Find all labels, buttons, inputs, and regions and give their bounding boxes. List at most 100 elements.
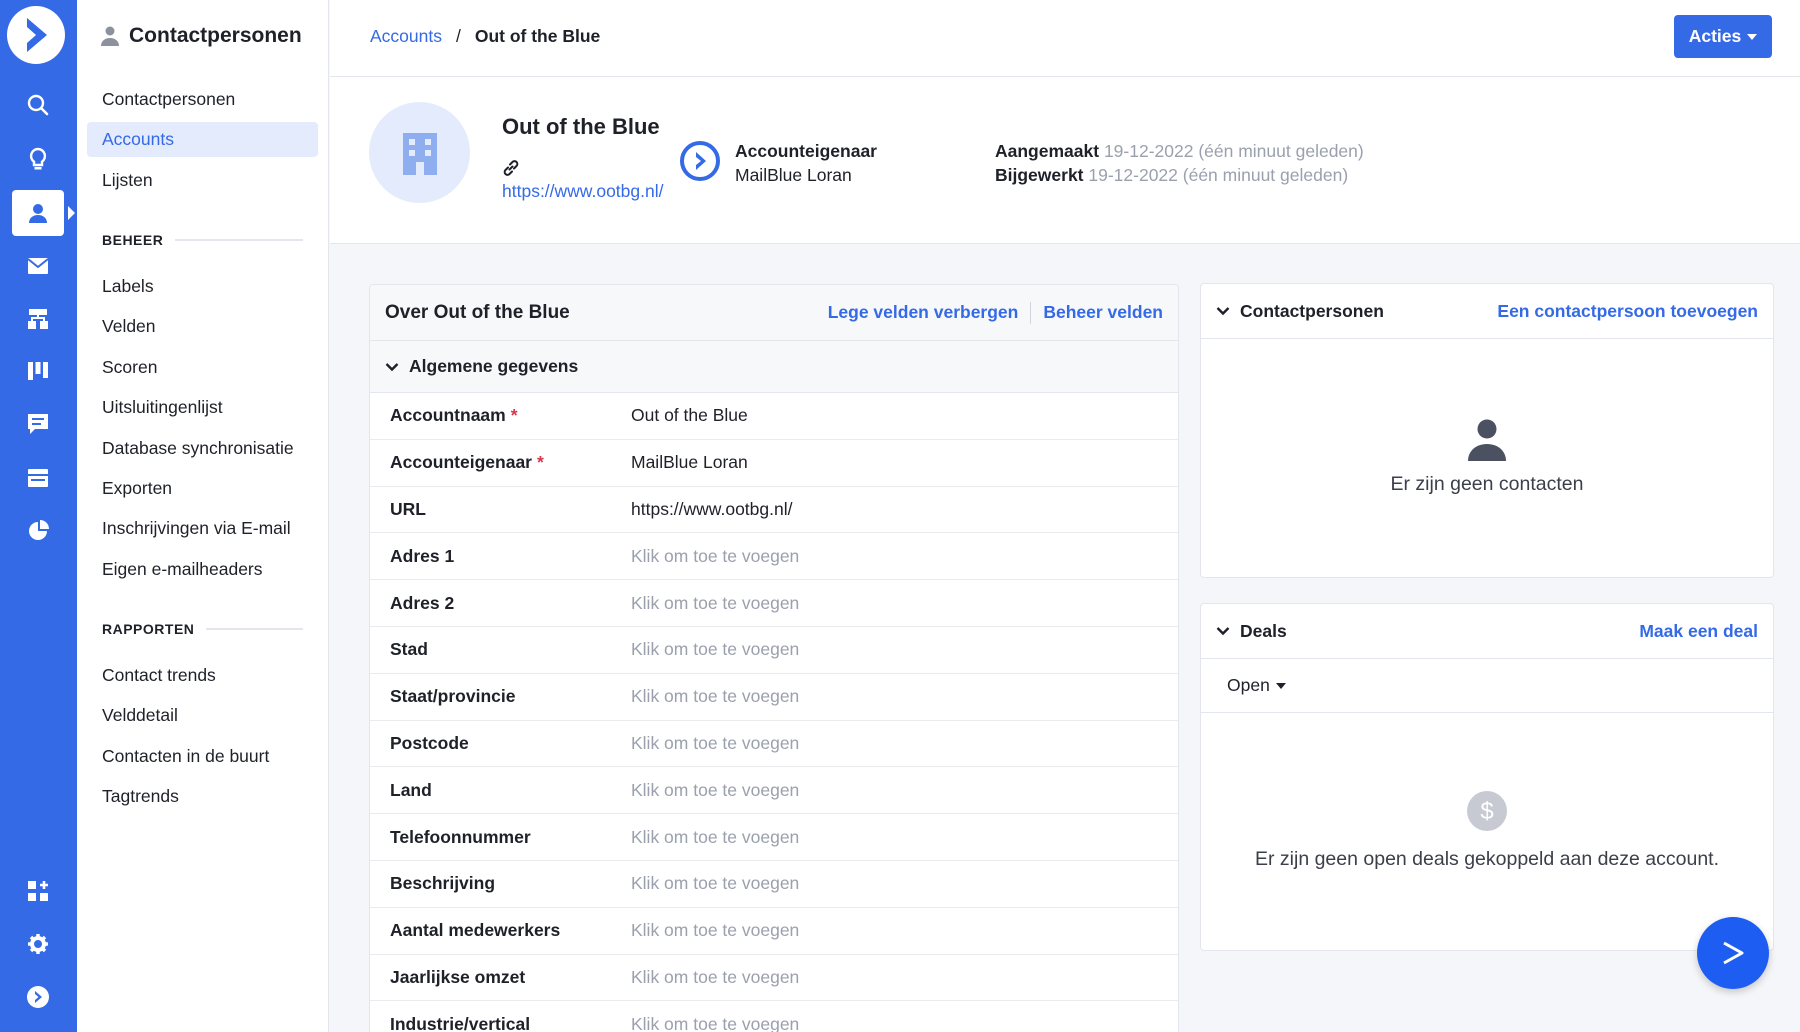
field-value[interactable]: Klik om toe te voegen [631, 920, 799, 941]
field-value[interactable]: Klik om toe te voegen [631, 593, 799, 614]
subnav-header: Contactpersonen [101, 24, 302, 48]
field-label: Staat/provincie [370, 686, 631, 707]
account-url-link[interactable]: https://www.ootbg.nl/ [502, 181, 663, 202]
field-row: Accountnaam * Out of the Blue [370, 393, 1178, 440]
subnav-item-accounts[interactable]: Accounts [87, 122, 318, 157]
field-label: Jaarlijkse omzet [370, 967, 631, 988]
breadcrumb-accounts-link[interactable]: Accounts [370, 26, 442, 47]
subnav-item-velddetail[interactable]: Velddetail [87, 698, 318, 733]
subnav-item-lijsten[interactable]: Lijsten [87, 163, 318, 198]
subnav-item-labels[interactable]: Labels [87, 269, 318, 304]
field-value[interactable]: https://www.ootbg.nl/ [631, 499, 792, 520]
field-row: Aantal medewerkers Klik om toe te voegen [370, 908, 1178, 955]
subnav-item-scoren[interactable]: Scoren [87, 350, 318, 385]
search-icon[interactable] [12, 82, 64, 128]
created-value: 19-12-2022 (één minuut geleden) [1103, 141, 1364, 161]
actions-button[interactable]: Acties [1674, 15, 1772, 58]
website-icon[interactable] [12, 455, 64, 501]
field-value[interactable]: Klik om toe te voegen [631, 686, 799, 707]
deals-filter-value: Open [1227, 675, 1270, 695]
field-label: URL [370, 499, 631, 520]
field-label: Stad [370, 639, 631, 660]
subnav-item-contactpersonen[interactable]: Contactpersonen [87, 82, 318, 117]
deals-status-filter[interactable]: Open [1201, 659, 1773, 713]
field-value[interactable]: Klik om toe te voegen [631, 873, 799, 894]
account-dates: Aangemaakt 19-12-2022 (één minuut gelede… [995, 139, 1364, 187]
owner-label: Accounteigenaar [735, 141, 877, 161]
subnav-item-eigen-emailheaders[interactable]: Eigen e-mailheaders [87, 552, 318, 587]
subnav-item-contact-trends[interactable]: Contact trends [87, 658, 318, 693]
subnav-item-inschrijvingen[interactable]: Inschrijvingen via E-mail [87, 511, 318, 546]
field-row: Jaarlijkse omzet Klik om toe te voegen [370, 955, 1178, 1002]
field-value[interactable]: Klik om toe te voegen [631, 546, 799, 567]
automations-icon[interactable] [12, 296, 64, 342]
field-row: Accounteigenaar * MailBlue Loran [370, 440, 1178, 487]
subnav-item-database-synchronisatie[interactable]: Database synchronisatie [87, 431, 318, 466]
field-value[interactable]: MailBlue Loran [631, 452, 748, 473]
field-row: Telefoonnummer Klik om toe te voegen [370, 814, 1178, 861]
field-row: Industrie/vertical Klik om toe te voegen [370, 1001, 1178, 1032]
field-row: URL https://www.ootbg.nl/ [370, 487, 1178, 534]
icon-rail [0, 0, 77, 1032]
contacts-icon[interactable] [12, 190, 75, 236]
settings-icon[interactable] [12, 921, 64, 967]
field-row: Adres 2 Klik om toe te voegen [370, 580, 1178, 627]
person-icon [1468, 419, 1506, 461]
create-deal-link[interactable]: Maak een deal [1639, 621, 1758, 642]
field-value[interactable]: Klik om toe te voegen [631, 780, 799, 801]
email-icon[interactable] [12, 243, 64, 289]
reports-icon[interactable] [12, 508, 64, 554]
subnav-item-exporten[interactable]: Exporten [87, 471, 318, 506]
hide-empty-fields-link[interactable]: Lege velden verbergen [828, 302, 1019, 323]
section-rapporten-title: RAPPORTEN [102, 621, 195, 637]
section-general-title: Algemene gegevens [409, 356, 579, 376]
field-row: Adres 1 Klik om toe te voegen [370, 533, 1178, 581]
field-value[interactable]: Klik om toe te voegen [631, 733, 799, 754]
section-toggle-general[interactable]: Algemene gegevens [370, 341, 1178, 393]
subnav-item-velden[interactable]: Velden [87, 309, 318, 344]
manage-fields-link[interactable]: Beheer velden [1043, 302, 1163, 323]
field-label-text: Beschrijving [390, 873, 496, 894]
subnav-item-contacten-in-de-buurt[interactable]: Contacten in de buurt [87, 739, 318, 774]
contacts-card-title: Contactpersonen [1240, 300, 1384, 321]
field-label: Land [370, 780, 631, 801]
field-value[interactable]: Klik om toe te voegen [631, 1014, 799, 1032]
link-icon [502, 159, 520, 182]
field-label-text: Accountnaam [390, 405, 506, 426]
field-value[interactable]: Klik om toe te voegen [631, 827, 799, 848]
floating-chat-button[interactable] [1697, 917, 1769, 989]
chevron-down-icon[interactable] [1216, 306, 1230, 316]
contacts-empty-text: Er zijn geen contacten [1390, 473, 1584, 495]
contacts-card-header: Contactpersonen Een contactpersoon toevo… [1201, 284, 1773, 339]
deals-empty-text: Er zijn geen open deals gekoppeld aan de… [1254, 848, 1719, 870]
contacts-card: Contactpersonen Een contactpersoon toevo… [1200, 283, 1774, 578]
subnav-item-tagtrends[interactable]: Tagtrends [87, 779, 318, 814]
top-bar: Accounts / Out of the Blue Acties [330, 0, 1800, 77]
field-label-text: Industrie/vertical [390, 1013, 531, 1032]
subnav-item-uitsluitingenlijst[interactable]: Uitsluitingenlijst [87, 390, 318, 425]
field-value[interactable]: Klik om toe te voegen [631, 967, 799, 988]
brand-logo-icon[interactable] [7, 6, 65, 64]
brand-small-icon[interactable] [12, 974, 64, 1020]
owner-value[interactable]: MailBlue Loran [735, 165, 852, 185]
apps-icon[interactable] [12, 868, 64, 914]
deals-icon[interactable] [12, 348, 64, 394]
conversations-icon[interactable] [12, 401, 64, 447]
header-divider [1030, 301, 1032, 324]
caret-down-icon [1275, 682, 1286, 689]
field-value[interactable]: Out of the Blue [631, 405, 748, 426]
field-label-text: Jaarlijkse omzet [390, 966, 526, 987]
field-list: Accountnaam * Out of the Blue Accounteigena… [370, 393, 1178, 1032]
field-label: Postcode [370, 733, 631, 754]
send-arrow-icon [1723, 941, 1744, 965]
add-contact-link[interactable]: Een contactpersoon toevoegen [1497, 301, 1758, 322]
lightbulb-icon[interactable] [12, 136, 64, 182]
actions-button-label: Acties [1688, 26, 1742, 46]
account-name: Out of the Blue [502, 114, 660, 139]
subnav-title: Contactpersonen [129, 24, 302, 47]
field-value[interactable]: Klik om toe te voegen [631, 639, 799, 660]
field-label-text: Postcode [390, 732, 469, 753]
section-rapporten: RAPPORTEN [102, 621, 303, 637]
chevron-down-icon[interactable] [1216, 626, 1230, 636]
account-owner: Accounteigenaar MailBlue Loran [735, 139, 877, 187]
